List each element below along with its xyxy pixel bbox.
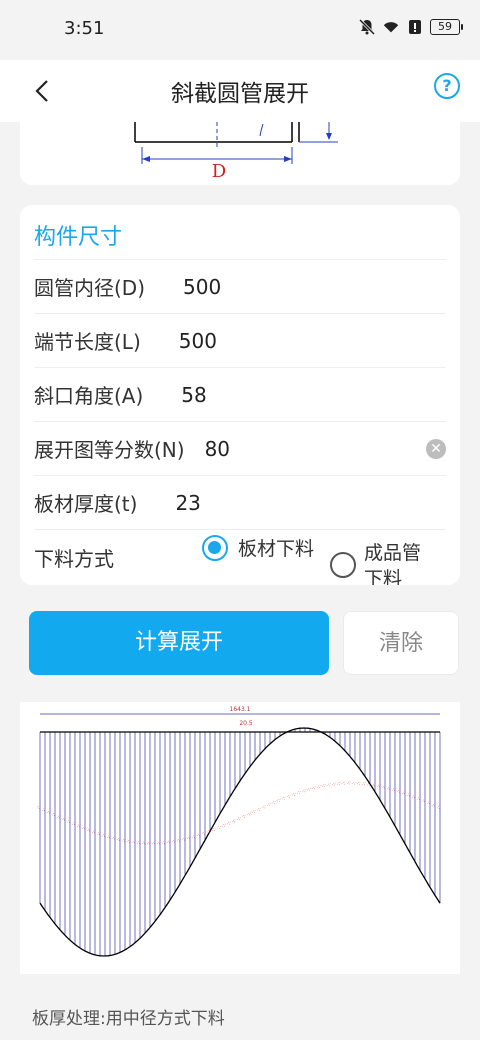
status-icons: 59 [358,18,463,36]
segment-label: 20.5 [239,720,253,727]
unfold-drawing-svg: 1643.1 20.5 ·:··:··:··:··:··:··:··:··:··… [35,706,443,957]
app-bar: 斜截圆管展开 ? [0,60,480,122]
field-label: 展开图等分数(N) [34,438,185,462]
thickness-input[interactable]: 23 [175,491,200,515]
radio-unselected-icon[interactable] [330,552,356,578]
field-label: 端节长度(L) [34,330,141,354]
dimension-annotation-mark: ·:· [435,804,443,812]
page-title: 斜截圆管展开 [171,81,309,107]
status-time: 3:51 [64,18,105,39]
battery-icon: 59 [430,19,463,35]
dimensions-card: 构件尺寸 圆管内径(D) 500 端节长度(L) 500 斜口角度(A) 58 … [20,205,460,585]
radio-label: 成品管 [364,542,422,564]
unfold-drawing: 1643.1 20.5 ·:· ·:· ·:· ·:· ·:· ·:· ·:· ·:· ·:· ·… [20,702,460,974]
calculate-button[interactable]: 计算展开 [29,611,329,675]
radio-option-plate[interactable]: 板材下料 [202,534,314,561]
status-bar: 3:51 59 [0,0,480,60]
field-row-length: 端节长度(L) 500 [34,313,446,367]
diameter-input[interactable]: 500 [183,275,221,299]
clear-input-icon[interactable]: ✕ [426,439,446,459]
field-row-cut-mode: 下料方式 板材下料 成品管 下料 [34,529,446,585]
field-row-angle: 斜口角度(A) 58 [34,367,446,421]
field-row-diameter: 圆管内径(D) 500 [34,259,446,313]
diameter-label: D [212,161,226,182]
radio-label: 下料 [364,568,403,585]
alert-icon [406,18,424,36]
divisions-input[interactable]: 80 [205,437,230,461]
bell-muted-icon [358,18,376,36]
field-label: 下料方式 [34,547,114,571]
field-row-thickness: 板材厚度(t) 23 [34,475,446,529]
pipe-diagram: D [134,122,338,182]
division-lines [39,728,441,956]
radio-label: 板材下料 [238,538,315,560]
help-circle-icon[interactable]: ? [434,73,460,99]
field-row-divisions: 展开图等分数(N) 80 ✕ [34,421,446,475]
field-label: 圆管内径(D) [34,276,146,300]
pipe-diagram-card: D [20,122,460,185]
wifi-icon [382,18,400,36]
field-label: 板材厚度(t) [34,492,138,516]
length-input[interactable]: 500 [179,329,217,353]
thickness-note: 板厚处理:用中径方式下料 [32,1009,225,1029]
dimension-annotations: ·:··:··:··:··:··:··:··:··:··:··:··:··:··… [35,779,443,847]
clear-button[interactable]: 清除 [343,611,459,675]
radio-option-pipe[interactable]: 成品管 下料 [330,540,421,585]
angle-input[interactable]: 58 [181,383,206,407]
section-title: 构件尺寸 [34,225,123,250]
field-label: 斜口角度(A) [34,384,144,408]
total-length-label: 1643.1 [230,706,251,713]
radio-selected-icon[interactable] [202,534,228,561]
